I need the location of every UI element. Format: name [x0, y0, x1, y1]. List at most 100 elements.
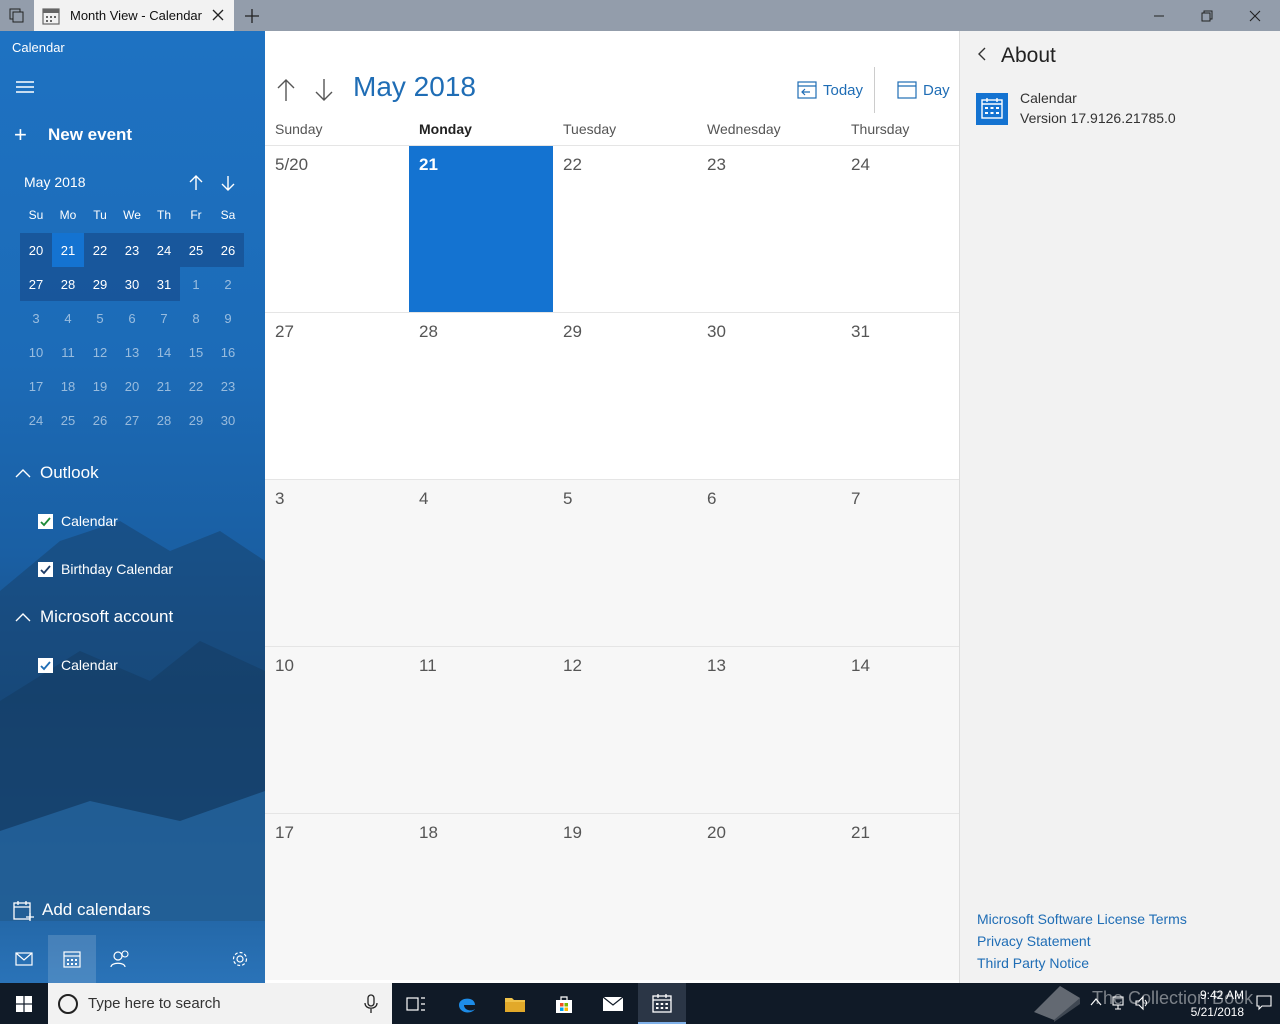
checkbox-checked-icon[interactable] [38, 561, 53, 577]
close-tab-icon[interactable] [210, 7, 226, 23]
day-cell[interactable]: 5 [553, 480, 697, 646]
file-explorer-button[interactable] [491, 983, 539, 1024]
mini-day[interactable]: 4 [52, 301, 84, 335]
mini-day[interactable]: 12 [84, 335, 116, 369]
minimize-button[interactable] [1136, 0, 1182, 31]
mini-day[interactable]: 20 [116, 369, 148, 403]
restore-button[interactable] [1184, 0, 1230, 31]
day-cell[interactable]: 30 [697, 313, 841, 479]
mini-day[interactable]: 16 [212, 335, 244, 369]
day-view-button[interactable]: Day [897, 81, 950, 99]
mini-day[interactable]: 8 [180, 301, 212, 335]
mini-day[interactable]: 22 [180, 369, 212, 403]
mini-day[interactable]: 26 [84, 403, 116, 437]
today-button[interactable]: Today [797, 81, 863, 99]
new-tab-icon[interactable] [240, 4, 264, 28]
day-cell[interactable]: 23 [697, 146, 841, 312]
day-cell[interactable]: 11 [409, 647, 553, 813]
arrow-up-icon[interactable] [275, 77, 297, 103]
mini-day[interactable]: 28 [148, 403, 180, 437]
day-cell[interactable]: 18 [409, 814, 553, 980]
day-cell[interactable]: 5/20 [265, 146, 409, 312]
mini-day[interactable]: 6 [116, 301, 148, 335]
mini-day[interactable]: 5 [84, 301, 116, 335]
mini-day[interactable]: 18 [52, 369, 84, 403]
day-cell[interactable]: 13 [697, 647, 841, 813]
mini-day[interactable]: 27 [116, 403, 148, 437]
day-cell[interactable]: 17 [265, 814, 409, 980]
edge-button[interactable] [443, 983, 491, 1024]
mini-day[interactable]: 10 [20, 335, 52, 369]
day-cell[interactable]: 3 [265, 480, 409, 646]
calendar-button[interactable] [48, 935, 96, 983]
mini-day[interactable]: 1 [180, 267, 212, 301]
mail-button[interactable] [0, 935, 48, 983]
mini-day[interactable]: 20 [20, 233, 52, 267]
day-cell[interactable]: 29 [553, 313, 697, 479]
mini-day[interactable]: 30 [212, 403, 244, 437]
mini-day[interactable]: 31 [148, 267, 180, 301]
group-outlook[interactable]: Outlook [14, 463, 99, 483]
mini-day[interactable]: 7 [148, 301, 180, 335]
month-title[interactable]: May 2018 [353, 71, 476, 103]
mini-day[interactable]: 23 [116, 233, 148, 267]
people-button[interactable] [96, 935, 144, 983]
day-cell[interactable]: 12 [553, 647, 697, 813]
group-microsoft-account[interactable]: Microsoft account [14, 607, 173, 627]
mini-day[interactable]: 24 [20, 403, 52, 437]
tab-month-view[interactable]: Month View - Calendar [34, 0, 234, 31]
task-view-button[interactable] [392, 983, 440, 1024]
mini-day[interactable]: 22 [84, 233, 116, 267]
mini-day[interactable]: 30 [116, 267, 148, 301]
day-cell[interactable]: 6 [697, 480, 841, 646]
day-cell[interactable]: 28 [409, 313, 553, 479]
mini-day[interactable]: 28 [52, 267, 84, 301]
hamburger-menu-icon[interactable] [14, 77, 36, 97]
mini-day[interactable]: 17 [20, 369, 52, 403]
arrow-down-icon[interactable] [313, 77, 335, 103]
mini-day[interactable]: 15 [180, 335, 212, 369]
calendar-taskbar-button[interactable] [638, 983, 686, 1024]
mini-day[interactable]: 27 [20, 267, 52, 301]
tab-list-button[interactable] [0, 0, 34, 31]
day-cell[interactable]: 22 [553, 146, 697, 312]
day-cell-today[interactable]: 21 [409, 146, 553, 312]
checkbox-checked-icon[interactable] [38, 513, 53, 529]
new-event-button[interactable]: + New event [14, 122, 132, 147]
mini-day[interactable]: 19 [84, 369, 116, 403]
day-cell[interactable]: 4 [409, 480, 553, 646]
back-chevron-icon[interactable] [974, 45, 990, 63]
calendar-toggle-msa-calendar[interactable]: Calendar [38, 657, 118, 673]
mail-taskbar-button[interactable] [589, 983, 637, 1024]
day-cell[interactable]: 27 [265, 313, 409, 479]
day-cell[interactable]: 20 [697, 814, 841, 980]
day-cell[interactable]: 19 [553, 814, 697, 980]
action-center-icon[interactable] [1256, 995, 1272, 1011]
mini-day[interactable]: 14 [148, 335, 180, 369]
store-button[interactable] [540, 983, 588, 1024]
arrow-up-icon[interactable] [186, 173, 206, 193]
mini-day[interactable]: 11 [52, 335, 84, 369]
mini-day[interactable]: 2 [212, 267, 244, 301]
mini-day-today[interactable]: 21 [52, 233, 84, 267]
settings-button[interactable] [216, 935, 264, 983]
mini-day[interactable]: 25 [52, 403, 84, 437]
calendar-toggle-outlook-calendar[interactable]: Calendar [38, 513, 118, 529]
mini-day[interactable]: 21 [148, 369, 180, 403]
arrow-down-icon[interactable] [218, 173, 238, 193]
mini-day[interactable]: 3 [20, 301, 52, 335]
add-calendars-button[interactable]: Add calendars [12, 899, 151, 921]
mini-day[interactable]: 23 [212, 369, 244, 403]
taskbar-search[interactable] [48, 983, 392, 1024]
mini-day[interactable]: 29 [84, 267, 116, 301]
privacy-statement-link[interactable]: Privacy Statement [977, 933, 1091, 949]
mini-day[interactable]: 25 [180, 233, 212, 267]
mini-day[interactable]: 24 [148, 233, 180, 267]
third-party-notice-link[interactable]: Third Party Notice [977, 955, 1089, 971]
close-window-button[interactable] [1232, 0, 1278, 31]
calendar-toggle-birthday[interactable]: Birthday Calendar [38, 561, 173, 577]
checkbox-checked-icon[interactable] [38, 657, 53, 673]
microphone-icon[interactable] [364, 994, 378, 1014]
mini-day[interactable]: 29 [180, 403, 212, 437]
start-button[interactable] [0, 983, 48, 1024]
